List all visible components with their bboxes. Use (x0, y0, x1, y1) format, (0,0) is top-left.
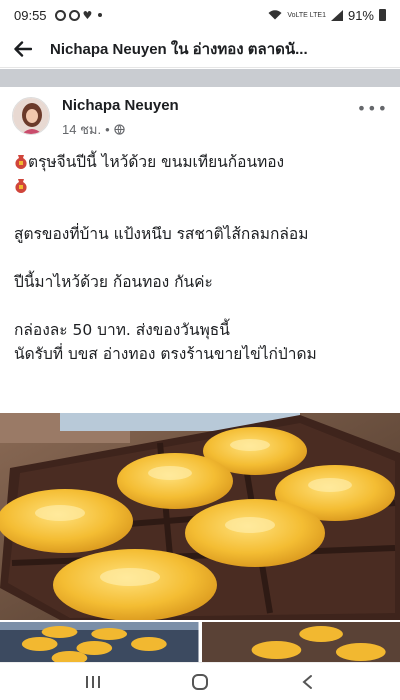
section-divider (0, 69, 400, 87)
post-time[interactable]: 14 ชม. (62, 119, 101, 140)
notification-icons: ♥ (54, 8, 103, 22)
battery-icon (379, 9, 386, 21)
post-header: Nichapa Neuyen 14 ชม. • ••• (0, 87, 400, 143)
globe-icon (113, 124, 125, 135)
header-title: Nichapa Neuyen ใน อ่างทอง ตลาดนั... (50, 40, 308, 58)
back-arrow-icon (14, 40, 32, 57)
status-right: VoLTE LTE1 91% (268, 8, 386, 23)
signal-icon (330, 9, 343, 21)
avatar[interactable] (12, 97, 50, 135)
status-bar: 09:55 ♥ VoLTE LTE1 91% (0, 0, 400, 30)
heart-icon: ♥ (82, 8, 93, 22)
photo-thumbnail[interactable] (201, 622, 400, 662)
money-pot-icon (15, 179, 27, 193)
top-header: Nichapa Neuyen ใน อ่างทอง ตลาดนั... (0, 30, 400, 68)
post-text: ตรุษจีนปีนี้ ไหว้ด้วย ขนมเทียนก้อนทอง สู… (14, 150, 390, 366)
post-paragraph-4: กล่องละ 50 บาท. ส่งของวันพุธนี้ (14, 321, 230, 339)
wifi-icon (268, 10, 282, 20)
photo-thumbnails (0, 622, 400, 662)
back-button[interactable] (12, 38, 34, 60)
system-nav-bar (0, 662, 400, 700)
money-pot-icon (15, 155, 27, 169)
post-paragraph-5: นัดรับที่ บขส อ่างทอง ตรงร้านขายไข่ไก่ป่… (14, 345, 317, 363)
recent-apps-icon (86, 675, 101, 688)
back-nav-button[interactable] (287, 667, 327, 697)
more-options-button[interactable]: ••• (357, 99, 388, 118)
post-paragraph-3: ปีนี้มาไหว้ด้วย ก้อนทอง กันค่ะ (14, 273, 213, 291)
author-name[interactable]: Nichapa Neuyen (62, 97, 179, 114)
post-meta: 14 ชม. • (62, 119, 179, 140)
post-photo[interactable] (0, 413, 400, 620)
notification-icon (54, 9, 66, 21)
home-icon (191, 673, 208, 690)
meta-separator: • (105, 122, 110, 137)
battery-percent: 91% (347, 7, 374, 23)
status-time: 09:55 (14, 7, 47, 23)
post-paragraph-1: ตรุษจีนปีนี้ ไหว้ด้วย ขนมเทียนก้อนทอง (28, 153, 285, 171)
home-button[interactable] (180, 667, 220, 697)
post-paragraph-2: สูตรของที่บ้าน แป้งหนึบ รสชาติไส้กลมกล่อ… (14, 225, 309, 243)
photo-thumbnail[interactable] (0, 622, 199, 662)
network-label: VoLTE LTE1 (287, 11, 326, 19)
back-chevron-icon (302, 674, 312, 689)
recent-apps-button[interactable] (73, 667, 113, 697)
notification-icon (68, 9, 80, 21)
more-notifications-icon (98, 13, 103, 17)
